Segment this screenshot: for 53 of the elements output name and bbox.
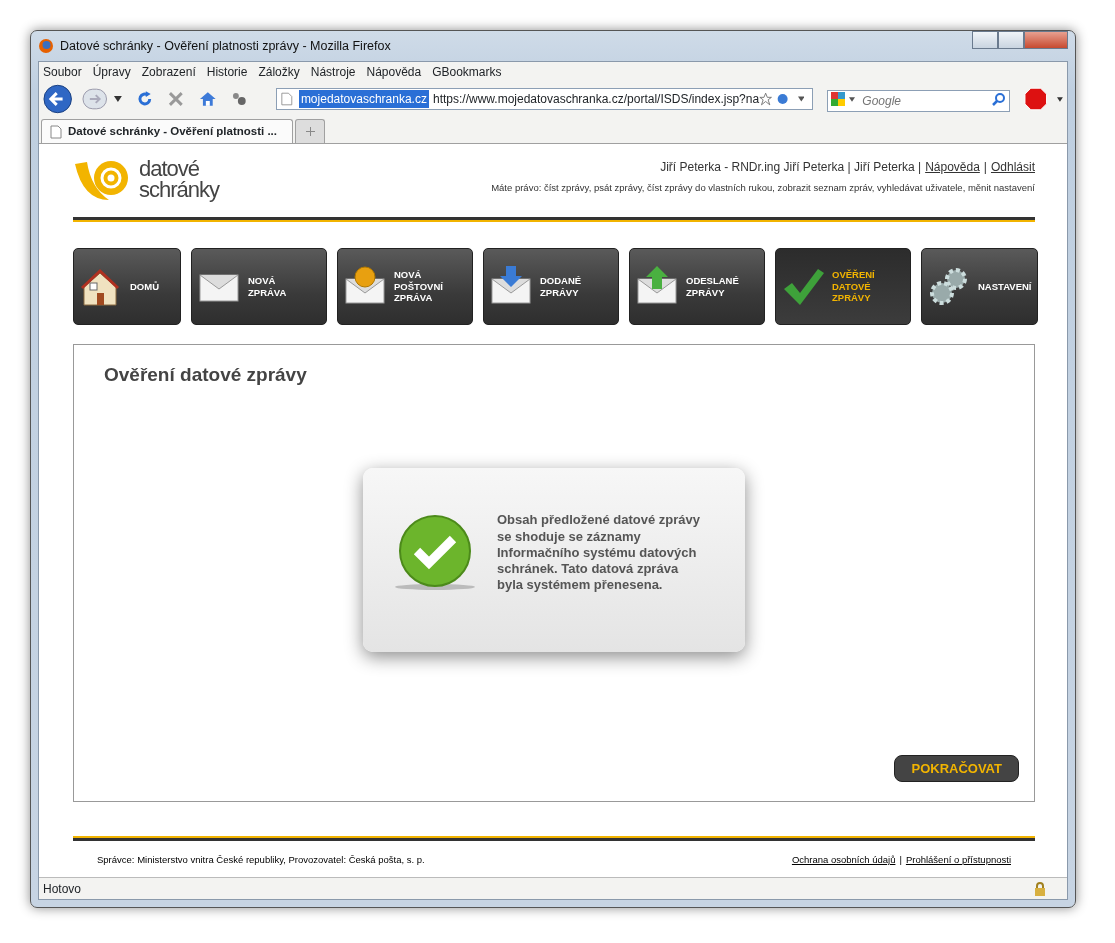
maximize-button[interactable] — [998, 31, 1024, 49]
menu-item[interactable]: Úpravy — [92, 63, 131, 81]
separator: | — [899, 854, 902, 865]
page-heading: Ověření datové zprávy — [104, 363, 308, 387]
dropdown-icon[interactable] — [849, 97, 856, 102]
status-text: Hotovo — [43, 880, 82, 898]
logo-text: datové — [139, 159, 200, 180]
success-check-icon — [393, 513, 477, 593]
footer-link[interactable]: Ochrana osobních údajů — [791, 854, 896, 865]
menu-item[interactable]: Nápověda — [366, 63, 422, 81]
menu-item[interactable]: Nástroje — [310, 63, 356, 81]
stop-sign-icon[interactable] — [1023, 87, 1048, 111]
browser-tab[interactable]: Datové schránky - Ověření platnosti ... — [41, 119, 293, 143]
menu-item[interactable]: GBookmarks — [432, 63, 502, 81]
address-field[interactable]: mojedatovaschranka.cz https://www.mojedatovaschranka.cz/portal/ISDS/index.jsp?na — [276, 88, 814, 110]
new-tab-button[interactable] — [295, 119, 325, 143]
search-icon[interactable] — [991, 92, 1006, 106]
user-name: Jiří Peterka - RNDr.ing Jiří Peterka | Jiří Peterka | — [660, 160, 922, 174]
lock-icon — [1033, 880, 1047, 897]
menu-item[interactable]: Soubor — [43, 63, 82, 81]
page-icon — [281, 91, 293, 107]
footer-text: Správce: Ministerstvo vnitra České republiky, Provozovatel: Česká pošta, s. p. — [97, 853, 425, 867]
google-icon[interactable] — [830, 91, 847, 107]
window-title: Datové schránky - Ověření platnosti zprávy - Mozilla Firefox — [60, 37, 391, 55]
search-field[interactable]: Google — [827, 90, 1010, 112]
menu-item[interactable]: Záložky — [258, 63, 300, 81]
dropdown-icon[interactable] — [797, 96, 805, 102]
continue-button[interactable]: POKRAČOVAT — [894, 754, 1019, 782]
header-link[interactable]: Odhlásit — [990, 160, 1035, 174]
star-icon[interactable] — [759, 91, 773, 107]
nav-button[interactable]: ODESLANÉ ZPRÁVY — [629, 248, 765, 325]
nav-button[interactable]: NASTAVENÍ — [921, 248, 1039, 325]
menu-item[interactable]: Historie — [206, 63, 248, 81]
permissions-text: Máte právo: číst zprávy, psát zprávy, číst zprávy do vlastních rukou, zobrazit seznam zpráv, vyhledávat uživatele, měnit nastavení — [491, 181, 1035, 195]
nav-button[interactable]: NOVÁ ZPRÁVA — [191, 248, 327, 325]
footer-link[interactable]: Prohlášení o přístupnosti — [905, 854, 1011, 865]
globe-icon — [776, 91, 790, 107]
dropdown-icon[interactable] — [113, 96, 122, 102]
separator: | — [983, 160, 987, 174]
nav-button[interactable]: DOMŮ — [73, 248, 181, 325]
result-message: Obsah předložené datové zprávy se shoduje se záznamy Informačního systému datových schránek. Tato datová zpráva byla systémem přenesena. — [497, 512, 701, 594]
nav-button[interactable]: DODANÉ ZPRÁVY — [483, 248, 619, 325]
header-link[interactable]: Nápověda — [925, 160, 980, 174]
dropdown-icon[interactable] — [1057, 96, 1063, 102]
stop-icon[interactable] — [167, 90, 185, 108]
menu-item[interactable]: Zobrazení — [141, 63, 196, 81]
minimize-button[interactable] — [972, 31, 998, 49]
nav-button[interactable]: OVĚŘENÍ DATOVÉ ZPRÁVY — [775, 248, 911, 325]
plus-icon — [305, 127, 315, 136]
nav-button[interactable]: NOVÁ POŠTOVNÍ ZPRÁVA — [337, 248, 473, 325]
page-icon — [50, 124, 62, 139]
logo-text: schránky — [139, 180, 220, 201]
home-icon[interactable] — [198, 90, 217, 108]
